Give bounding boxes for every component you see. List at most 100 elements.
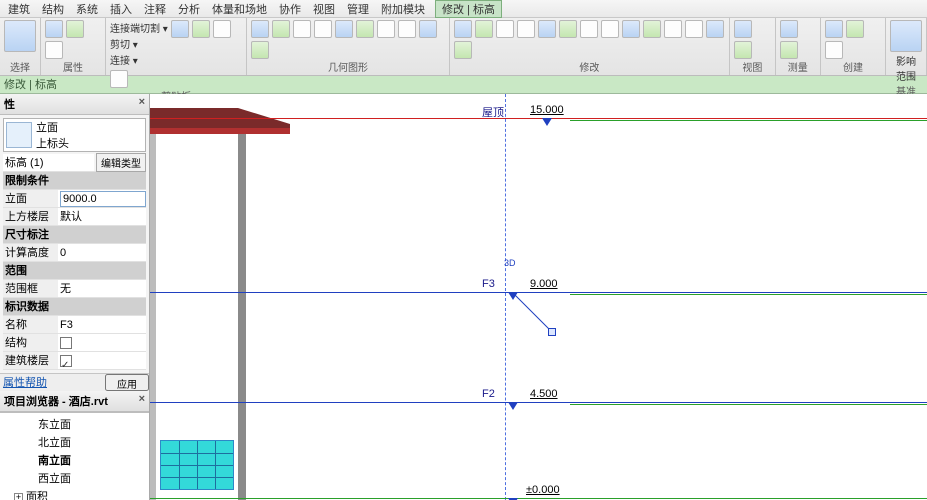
level-elevation-value[interactable]: 15.000 [530, 104, 564, 116]
ribbon-button[interactable] [454, 41, 472, 59]
ribbon-button[interactable] [890, 20, 922, 52]
ribbon-button[interactable] [251, 20, 269, 38]
level-head-icon[interactable] [508, 402, 518, 410]
properties-title: 性 [4, 96, 15, 112]
menu-item[interactable]: 修改 | 标高 [435, 0, 502, 18]
ribbon-button[interactable] [517, 20, 535, 38]
menu-item[interactable]: 体量和场地 [206, 1, 273, 17]
ribbon-button[interactable] [622, 20, 640, 38]
ribbon-button[interactable] [825, 41, 843, 59]
menu-item[interactable]: 结构 [36, 1, 70, 17]
checkbox[interactable] [60, 337, 72, 349]
ribbon-button[interactable] [419, 20, 437, 38]
level-elevation-value[interactable]: ±0.000 [526, 484, 560, 496]
property-value[interactable]: 0 [58, 244, 146, 261]
ribbon-button[interactable] [538, 20, 556, 38]
ribbon-button[interactable] [314, 20, 332, 38]
property-row: 名称F3 [3, 316, 146, 334]
menu-item[interactable]: 协作 [273, 1, 307, 17]
property-value[interactable] [58, 352, 146, 369]
level-elevation-value[interactable]: 4.500 [530, 388, 558, 400]
property-row: 结构 [3, 334, 146, 352]
ribbon-button[interactable] [734, 41, 752, 59]
tree-node[interactable]: 北立面 [2, 433, 147, 451]
property-value[interactable]: 默认 [58, 208, 146, 225]
ribbon-button[interactable] [110, 70, 128, 88]
level-name[interactable]: F3 [482, 278, 495, 290]
level-name[interactable]: F2 [482, 388, 495, 400]
tree-node[interactable]: 西立面 [2, 469, 147, 487]
ribbon-button[interactable] [601, 20, 619, 38]
ribbon-button[interactable] [356, 20, 374, 38]
property-value[interactable] [58, 190, 146, 207]
level-elevation-value[interactable]: 9.000 [530, 278, 558, 290]
ribbon-button[interactable] [580, 20, 598, 38]
ribbon-split-button[interactable]: 剪切 ▾ [110, 36, 138, 51]
ribbon-button[interactable] [45, 20, 63, 38]
menu-item[interactable]: 附加模块 [375, 1, 431, 17]
tree-node[interactable]: 南立面 [2, 451, 147, 469]
checkbox[interactable] [60, 355, 72, 367]
ribbon-button[interactable] [377, 20, 395, 38]
tree-node[interactable]: +面积 [2, 487, 147, 500]
menu-item[interactable]: 插入 [104, 1, 138, 17]
ribbon-group: 连接端切割 ▾剪切 ▾连接 ▾剪贴板 [106, 18, 247, 75]
project-browser[interactable]: 东立面北立面南立面西立面+面积+明细表/数量-图纸 (全部)+001 - 总平面… [0, 412, 149, 500]
ribbon-button[interactable] [4, 20, 36, 52]
ribbon-button[interactable] [643, 20, 661, 38]
ribbon-button[interactable] [475, 20, 493, 38]
ribbon-button[interactable] [398, 20, 416, 38]
level-name[interactable]: 屋顶 [482, 104, 504, 120]
instance-count[interactable]: 标高 (1) [3, 154, 94, 171]
ribbon-button[interactable] [213, 20, 231, 38]
ribbon-group-label: 创建 [825, 59, 881, 75]
menu-item[interactable]: 视图 [307, 1, 341, 17]
property-value[interactable] [58, 334, 146, 351]
properties-help-link[interactable]: 属性帮助 [0, 374, 47, 391]
property-key: 计算高度 [3, 244, 58, 261]
tree-node[interactable]: 东立面 [2, 415, 147, 433]
close-icon[interactable]: × [139, 96, 145, 112]
ribbon-split-button[interactable]: 连接 ▾ [110, 52, 138, 67]
drag-handle[interactable] [548, 328, 556, 336]
ribbon-button[interactable] [66, 20, 84, 38]
edit-type-button[interactable]: 编辑类型 [96, 153, 146, 172]
ribbon-button[interactable] [192, 20, 210, 38]
ribbon-button[interactable] [335, 20, 353, 38]
apply-button[interactable]: 应用 [105, 374, 149, 391]
menu-item[interactable]: 系统 [70, 1, 104, 17]
menu-item[interactable]: 注释 [138, 1, 172, 17]
ribbon-button[interactable] [664, 20, 682, 38]
ribbon-button[interactable] [706, 20, 724, 38]
menu-item[interactable]: 管理 [341, 1, 375, 17]
ribbon-button[interactable] [293, 20, 311, 38]
menu-item[interactable]: 建筑 [2, 1, 36, 17]
type-selector[interactable]: 立面 上标头 [3, 118, 146, 152]
ribbon-button[interactable] [272, 20, 290, 38]
ribbon-button[interactable] [45, 41, 63, 59]
ribbon-button[interactable] [685, 20, 703, 38]
type-name: 上标头 [36, 135, 69, 151]
ribbon-button[interactable] [496, 20, 514, 38]
left-sidebar: 性 × 立面 上标头 标高 (1) 编辑类型 限制条件立面上方楼层默认尺寸标注计… [0, 94, 150, 500]
close-icon[interactable]: × [139, 393, 145, 409]
ribbon-split-button[interactable]: 连接端切割 ▾ [110, 20, 168, 35]
property-value[interactable]: 无 [58, 280, 146, 297]
ribbon-button[interactable] [251, 41, 269, 59]
level-head-icon[interactable] [542, 118, 552, 126]
ribbon-button[interactable] [454, 20, 472, 38]
drawing-canvas[interactable]: 屋顶 15.000 F3 9.000 3D F2 4.500 ±0.000 [150, 94, 927, 500]
3d-toggle-icon[interactable]: 3D [504, 258, 516, 268]
reference-plane [505, 94, 506, 500]
menu-item[interactable]: 分析 [172, 1, 206, 17]
ribbon-button[interactable] [171, 20, 189, 38]
ribbon-button[interactable] [780, 20, 798, 38]
ribbon-button[interactable] [825, 20, 843, 38]
ribbon-button[interactable] [780, 41, 798, 59]
expander-icon[interactable]: + [14, 493, 23, 500]
property-value[interactable]: F3 [58, 316, 146, 333]
ribbon-button[interactable] [734, 20, 752, 38]
elevation-input[interactable] [60, 191, 146, 207]
ribbon-button[interactable] [846, 20, 864, 38]
ribbon-button[interactable] [559, 20, 577, 38]
